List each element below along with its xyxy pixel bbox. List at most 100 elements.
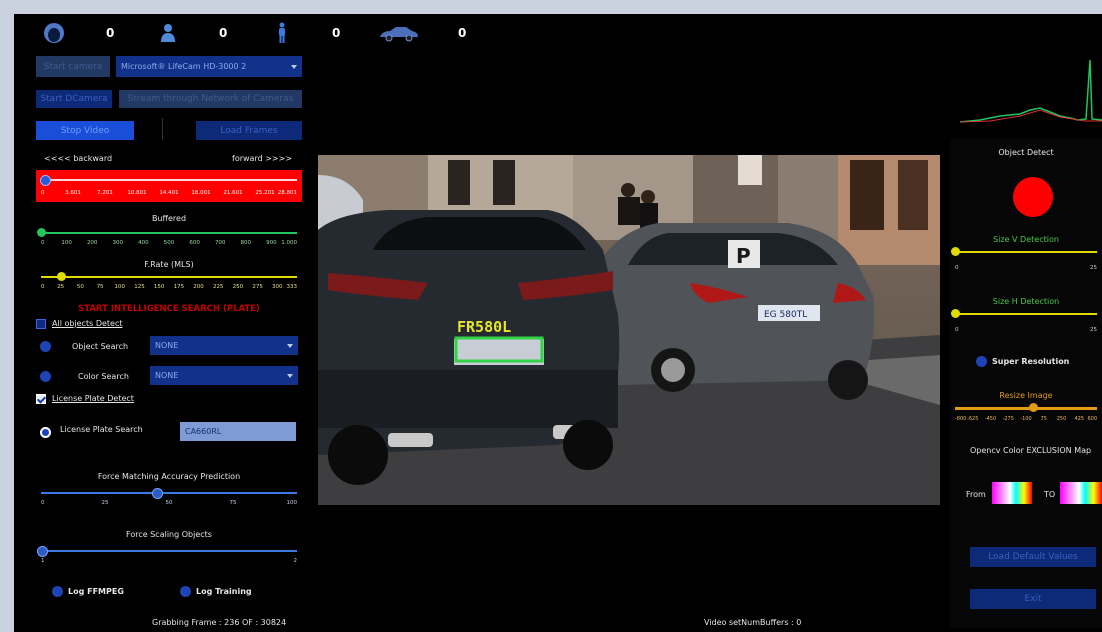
camera-select[interactable]: Microsoft® LifeCam HD-3000 2 <box>116 56 302 77</box>
resize-image-slider-ticks: -800 -625 -450 -275 -100 75 250 425 600 <box>955 416 1097 424</box>
log-ffmpeg-radio[interactable] <box>52 586 63 597</box>
license-plate-detect-label[interactable]: License Plate Detect <box>52 394 134 403</box>
license-plate-detect-checkbox[interactable] <box>36 394 46 404</box>
tick-label: 0 <box>41 240 45 246</box>
object-detect-indicator <box>1013 177 1053 217</box>
tick-label: 200 <box>86 240 98 246</box>
color-search-radio[interactable] <box>40 371 51 382</box>
resize-image-slider-knob[interactable] <box>1029 403 1039 412</box>
tick-label: 425 <box>1074 416 1085 422</box>
accuracy-slider[interactable]: 0 25 50 75 100 <box>36 486 302 508</box>
tick-label: 21.601 <box>223 190 243 196</box>
frame-rate-slider-knob[interactable] <box>57 272 67 281</box>
load-default-values-button[interactable]: Load Default Values <box>970 547 1096 567</box>
super-resolution-label[interactable]: Super Resolution <box>992 357 1069 366</box>
app-window: 0 0 0 0 Start camera Microsoft® LifeCam … <box>14 14 1102 632</box>
buffered-slider[interactable]: 0 100 200 300 400 500 600 700 800 900 1.000 <box>36 226 302 248</box>
object-search-label: Object Search <box>72 342 129 351</box>
position-slider[interactable]: 0 3.601 7.201 10.801 14.401 18.001 21.601 25.20… <box>36 170 302 202</box>
from-color-picker[interactable] <box>992 482 1032 504</box>
detected-plate-text: FR580L <box>457 318 511 336</box>
license-plate-search-label: License Plate Search <box>60 425 143 434</box>
forward-label[interactable]: forward >>>> <box>232 154 292 163</box>
tick-label: 1 <box>41 558 45 564</box>
position-slider-knob[interactable] <box>39 175 51 186</box>
all-objects-checkbox[interactable] <box>36 319 46 329</box>
size-h-label: Size H Detection <box>992 297 1060 306</box>
tick-label: 25 <box>1090 327 1097 333</box>
stop-video-button[interactable]: Stop Video <box>36 121 134 140</box>
face-count: 0 <box>106 26 115 40</box>
person-count: 0 <box>219 26 228 40</box>
tick-label: 333 <box>286 284 298 290</box>
object-detect-label: Object Detect <box>998 148 1054 157</box>
color-search-select[interactable]: NONE <box>150 366 298 385</box>
tick-label: 125 <box>134 284 145 290</box>
tick-label: 0 <box>41 500 45 506</box>
tick-label: 0 <box>41 284 45 290</box>
tick-label: 100 <box>114 284 126 290</box>
from-label: From <box>966 490 986 499</box>
car-counter <box>378 26 420 45</box>
tick-label: 300 <box>112 240 124 246</box>
face-icon <box>44 23 64 43</box>
log-ffmpeg-label[interactable]: Log FFMPEG <box>68 587 124 596</box>
accuracy-label: Force Matching Accuracy Prediction <box>97 472 241 481</box>
tick-label: -275 <box>1002 416 1014 422</box>
position-slider-track <box>41 179 297 181</box>
backward-label[interactable]: <<<< backward <box>44 154 112 163</box>
stream-network-button[interactable]: Stream through Network of Cameras <box>119 90 302 108</box>
accuracy-slider-track <box>41 492 297 494</box>
size-v-slider-knob[interactable] <box>951 247 960 256</box>
log-training-radio[interactable] <box>180 586 191 597</box>
video-frame[interactable]: P EG 580TL FR580L <box>318 155 940 505</box>
tick-label: -625 <box>967 416 979 422</box>
start-dcamera-button[interactable]: Start DCamera <box>36 90 112 108</box>
car-icon <box>380 27 418 42</box>
accuracy-slider-knob[interactable] <box>152 488 164 499</box>
scaling-label: Force Scaling Objects <box>126 530 212 539</box>
log-training-label[interactable]: Log Training <box>196 587 252 596</box>
all-objects-label[interactable]: All objects Detect <box>52 319 123 328</box>
frame-rate-slider[interactable]: 0 25 50 75 100 125 150 175 200 225 250 275 300 333 <box>36 270 302 292</box>
tick-label: 50 <box>165 500 173 506</box>
license-plate-search-radio[interactable] <box>40 427 51 438</box>
tick-label: 150 <box>153 284 165 290</box>
resize-image-label: Resize Image <box>999 391 1053 400</box>
to-color-picker[interactable] <box>1060 482 1102 504</box>
exit-button[interactable]: Exit <box>970 589 1096 609</box>
intelligence-search-banner[interactable]: START INTELLIGENCE SEARCH (PLATE) <box>36 304 302 314</box>
tick-label: 0 <box>955 265 959 271</box>
scaling-slider[interactable]: 12 <box>36 544 302 566</box>
camera-select-value: Microsoft® LifeCam HD-3000 2 <box>121 62 247 71</box>
face-counter <box>42 22 66 47</box>
tick-label: 100 <box>61 240 72 246</box>
svg-text:P: P <box>736 244 751 268</box>
size-h-slider-knob[interactable] <box>951 309 960 318</box>
tick-label: 700 <box>214 240 226 246</box>
tick-label: 25 <box>1090 265 1097 271</box>
object-search-select[interactable]: NONE <box>150 336 298 355</box>
tick-label: 2 <box>293 558 298 564</box>
buffered-slider-knob[interactable] <box>37 228 46 237</box>
tick-label: 75 <box>96 284 104 290</box>
load-frames-button[interactable]: Load Frames <box>196 121 302 140</box>
color-search-value: NONE <box>155 371 179 380</box>
tick-label: 175 <box>173 284 185 290</box>
tick-label: 50 <box>76 284 84 290</box>
start-camera-button[interactable]: Start camera <box>36 56 110 77</box>
resize-image-slider[interactable]: -800 -625 -450 -275 -100 75 250 425 600 <box>950 401 1102 425</box>
color-search-label: Color Search <box>78 372 129 381</box>
tick-label: 300 <box>272 284 283 290</box>
super-resolution-radio[interactable] <box>976 356 987 367</box>
object-search-radio[interactable] <box>40 341 51 352</box>
chevron-down-icon <box>287 373 293 378</box>
pedestrian-icon <box>279 22 285 43</box>
size-h-slider[interactable]: 0 25 <box>950 307 1102 337</box>
size-v-slider[interactable]: 0 25 <box>950 245 1102 275</box>
scaling-slider-knob[interactable] <box>37 546 48 557</box>
license-plate-input[interactable]: CA660RL <box>180 422 296 441</box>
tick-label: 10.801 <box>127 190 147 196</box>
tick-label: 25 <box>57 284 65 290</box>
tick-label: 14.401 <box>159 190 179 196</box>
